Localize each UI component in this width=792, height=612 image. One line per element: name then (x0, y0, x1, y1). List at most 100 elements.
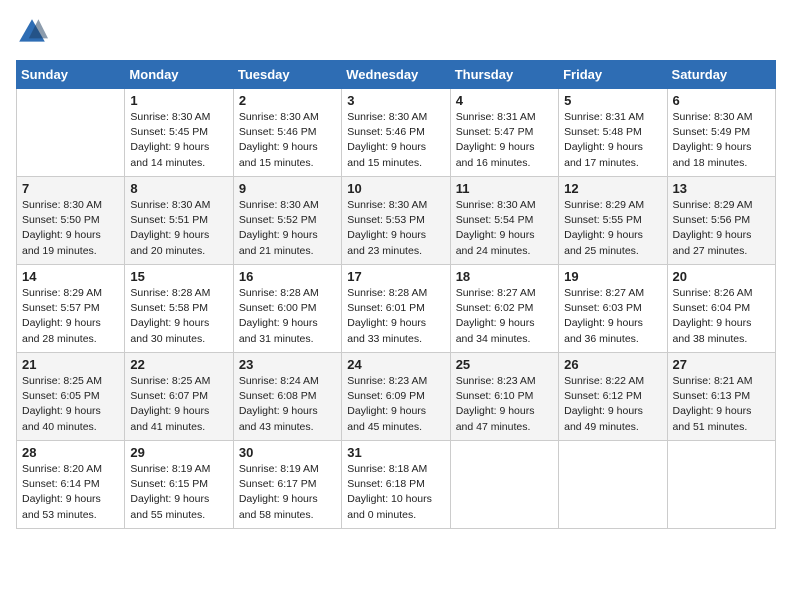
day-number: 21 (22, 357, 119, 372)
col-header-sunday: Sunday (17, 61, 125, 89)
day-number: 31 (347, 445, 444, 460)
day-number: 5 (564, 93, 661, 108)
calendar-cell: 7 Sunrise: 8:30 AM Sunset: 5:50 PM Daylig… (17, 177, 125, 265)
week-row-3: 21 Sunrise: 8:25 AM Sunset: 6:05 PM Dayli… (17, 353, 776, 441)
col-header-saturday: Saturday (667, 61, 775, 89)
day-info: Sunrise: 8:19 AM Sunset: 6:17 PM Dayligh… (239, 462, 336, 523)
day-number: 25 (456, 357, 553, 372)
calendar-header: SundayMondayTuesdayWednesdayThursdayFrid… (17, 61, 776, 89)
calendar-cell: 3 Sunrise: 8:30 AM Sunset: 5:46 PM Daylig… (342, 89, 450, 177)
day-info: Sunrise: 8:30 AM Sunset: 5:51 PM Dayligh… (130, 198, 227, 259)
calendar-cell: 4Sunrise: 8:31 AM Sunset: 5:47 PM Daylig… (450, 89, 558, 177)
day-info: Sunrise: 8:30 AM Sunset: 5:46 PM Dayligh… (347, 110, 444, 171)
calendar-cell: 8 Sunrise: 8:30 AM Sunset: 5:51 PM Daylig… (125, 177, 233, 265)
day-info: Sunrise: 8:30 AM Sunset: 5:46 PM Dayligh… (239, 110, 336, 171)
col-header-wednesday: Wednesday (342, 61, 450, 89)
day-number: 15 (130, 269, 227, 284)
logo-icon (16, 16, 48, 48)
day-info: Sunrise: 8:21 AM Sunset: 6:13 PM Dayligh… (673, 374, 770, 435)
col-header-tuesday: Tuesday (233, 61, 341, 89)
day-number: 18 (456, 269, 553, 284)
day-info: Sunrise: 8:27 AM Sunset: 6:03 PM Dayligh… (564, 286, 661, 347)
day-number: 2 (239, 93, 336, 108)
calendar-cell: 29Sunrise: 8:19 AM Sunset: 6:15 PM Dayli… (125, 441, 233, 529)
week-row-0: 1 Sunrise: 8:30 AM Sunset: 5:45 PM Daylig… (17, 89, 776, 177)
day-info: Sunrise: 8:30 AM Sunset: 5:54 PM Dayligh… (456, 198, 553, 259)
calendar-cell (17, 89, 125, 177)
day-number: 24 (347, 357, 444, 372)
calendar-cell: 22 Sunrise: 8:25 AM Sunset: 6:07 PM Dayli… (125, 353, 233, 441)
day-info: Sunrise: 8:29 AM Sunset: 5:55 PM Dayligh… (564, 198, 661, 259)
day-info: Sunrise: 8:30 AM Sunset: 5:45 PM Dayligh… (130, 110, 227, 171)
day-info: Sunrise: 8:30 AM Sunset: 5:49 PM Dayligh… (673, 110, 770, 171)
calendar-cell: 15Sunrise: 8:28 AM Sunset: 5:58 PM Dayli… (125, 265, 233, 353)
day-number: 10 (347, 181, 444, 196)
day-number: 23 (239, 357, 336, 372)
day-number: 29 (130, 445, 227, 460)
day-number: 13 (673, 181, 770, 196)
calendar-cell: 5 Sunrise: 8:31 AM Sunset: 5:48 PM Daylig… (559, 89, 667, 177)
day-number: 22 (130, 357, 227, 372)
calendar-cell: 14 Sunrise: 8:29 AM Sunset: 5:57 PM Dayli… (17, 265, 125, 353)
col-header-friday: Friday (559, 61, 667, 89)
day-info: Sunrise: 8:25 AM Sunset: 6:07 PM Dayligh… (130, 374, 227, 435)
day-number: 11 (456, 181, 553, 196)
week-row-4: 28 Sunrise: 8:20 AM Sunset: 6:14 PM Dayli… (17, 441, 776, 529)
day-number: 14 (22, 269, 119, 284)
day-info: Sunrise: 8:29 AM Sunset: 5:56 PM Dayligh… (673, 198, 770, 259)
day-number: 19 (564, 269, 661, 284)
day-info: Sunrise: 8:20 AM Sunset: 6:14 PM Dayligh… (22, 462, 119, 523)
calendar-cell: 19 Sunrise: 8:27 AM Sunset: 6:03 PM Dayli… (559, 265, 667, 353)
calendar-cell: 27Sunrise: 8:21 AM Sunset: 6:13 PM Dayli… (667, 353, 775, 441)
week-row-2: 14 Sunrise: 8:29 AM Sunset: 5:57 PM Dayli… (17, 265, 776, 353)
col-header-thursday: Thursday (450, 61, 558, 89)
calendar-cell: 2 Sunrise: 8:30 AM Sunset: 5:46 PM Daylig… (233, 89, 341, 177)
calendar-cell: 6 Sunrise: 8:30 AM Sunset: 5:49 PM Daylig… (667, 89, 775, 177)
week-row-1: 7 Sunrise: 8:30 AM Sunset: 5:50 PM Daylig… (17, 177, 776, 265)
day-number: 28 (22, 445, 119, 460)
day-info: Sunrise: 8:30 AM Sunset: 5:52 PM Dayligh… (239, 198, 336, 259)
calendar-cell: 12Sunrise: 8:29 AM Sunset: 5:55 PM Dayli… (559, 177, 667, 265)
day-info: Sunrise: 8:28 AM Sunset: 6:00 PM Dayligh… (239, 286, 336, 347)
day-info: Sunrise: 8:30 AM Sunset: 5:53 PM Dayligh… (347, 198, 444, 259)
calendar-cell: 1 Sunrise: 8:30 AM Sunset: 5:45 PM Daylig… (125, 89, 233, 177)
day-number: 7 (22, 181, 119, 196)
day-info: Sunrise: 8:28 AM Sunset: 6:01 PM Dayligh… (347, 286, 444, 347)
calendar-cell: 9 Sunrise: 8:30 AM Sunset: 5:52 PM Daylig… (233, 177, 341, 265)
calendar-table: SundayMondayTuesdayWednesdayThursdayFrid… (16, 60, 776, 529)
day-info: Sunrise: 8:31 AM Sunset: 5:48 PM Dayligh… (564, 110, 661, 171)
calendar-cell: 13 Sunrise: 8:29 AM Sunset: 5:56 PM Dayli… (667, 177, 775, 265)
calendar-cell (559, 441, 667, 529)
calendar-cell (450, 441, 558, 529)
col-header-monday: Monday (125, 61, 233, 89)
day-number: 30 (239, 445, 336, 460)
day-info: Sunrise: 8:18 AM Sunset: 6:18 PM Dayligh… (347, 462, 444, 523)
day-number: 8 (130, 181, 227, 196)
day-info: Sunrise: 8:24 AM Sunset: 6:08 PM Dayligh… (239, 374, 336, 435)
day-number: 3 (347, 93, 444, 108)
day-number: 1 (130, 93, 227, 108)
calendar-cell: 17 Sunrise: 8:28 AM Sunset: 6:01 PM Dayli… (342, 265, 450, 353)
page-header (16, 16, 776, 48)
day-number: 6 (673, 93, 770, 108)
calendar-cell: 31 Sunrise: 8:18 AM Sunset: 6:18 PM Dayli… (342, 441, 450, 529)
day-number: 26 (564, 357, 661, 372)
day-info: Sunrise: 8:25 AM Sunset: 6:05 PM Dayligh… (22, 374, 119, 435)
calendar-cell (667, 441, 775, 529)
calendar-cell: 18Sunrise: 8:27 AM Sunset: 6:02 PM Dayli… (450, 265, 558, 353)
day-number: 16 (239, 269, 336, 284)
day-info: Sunrise: 8:30 AM Sunset: 5:50 PM Dayligh… (22, 198, 119, 259)
calendar-cell: 28 Sunrise: 8:20 AM Sunset: 6:14 PM Dayli… (17, 441, 125, 529)
day-number: 9 (239, 181, 336, 196)
day-number: 17 (347, 269, 444, 284)
day-info: Sunrise: 8:23 AM Sunset: 6:10 PM Dayligh… (456, 374, 553, 435)
day-info: Sunrise: 8:22 AM Sunset: 6:12 PM Dayligh… (564, 374, 661, 435)
day-info: Sunrise: 8:23 AM Sunset: 6:09 PM Dayligh… (347, 374, 444, 435)
day-info: Sunrise: 8:29 AM Sunset: 5:57 PM Dayligh… (22, 286, 119, 347)
calendar-cell: 16 Sunrise: 8:28 AM Sunset: 6:00 PM Dayli… (233, 265, 341, 353)
day-number: 20 (673, 269, 770, 284)
calendar-cell: 21 Sunrise: 8:25 AM Sunset: 6:05 PM Dayli… (17, 353, 125, 441)
day-info: Sunrise: 8:31 AM Sunset: 5:47 PM Dayligh… (456, 110, 553, 171)
logo (16, 16, 52, 48)
calendar-cell: 10 Sunrise: 8:30 AM Sunset: 5:53 PM Dayli… (342, 177, 450, 265)
